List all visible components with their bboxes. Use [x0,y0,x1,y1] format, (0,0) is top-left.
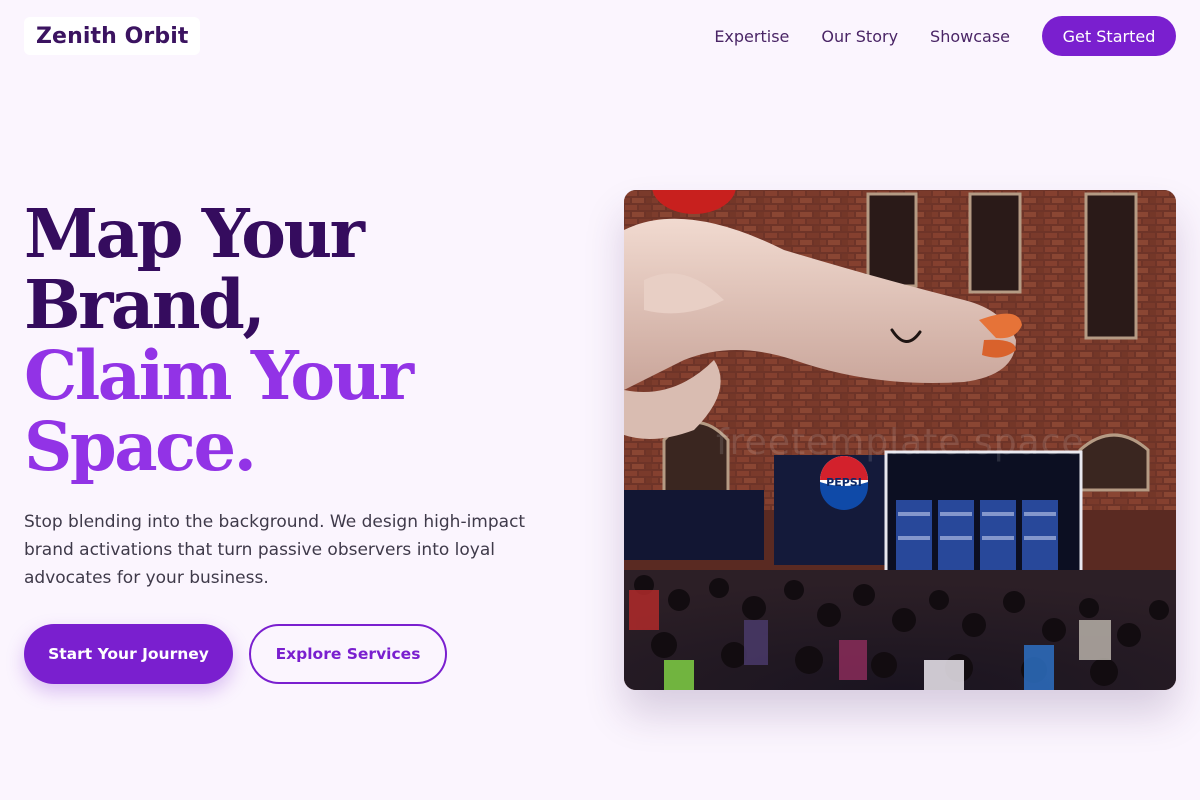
headline-line-2: Brand, [24,265,266,344]
start-journey-button[interactable]: Start Your Journey [24,624,233,684]
headline-line-3: Claim Your [24,336,414,415]
event-photo-illustration: PEPSI [624,190,1176,690]
hero-subtext: Stop blending into the background. We de… [24,512,526,588]
hero-image: PEPSI [624,190,1176,690]
brand-logo[interactable]: Zenith Orbit [24,17,201,55]
hero-headline: Map Your Brand, Claim Your Space. [24,194,414,486]
nav-link-expertise[interactable]: Expertise [714,27,789,46]
nav-link-showcase[interactable]: Showcase [930,27,1010,46]
main-nav: Expertise Our Story Showcase Get Started [714,16,1176,56]
explore-services-button[interactable]: Explore Services [249,624,447,684]
headline-line-1: Map Your [24,194,365,273]
get-started-button[interactable]: Get Started [1042,16,1176,56]
headline-line-4: Space. [24,407,257,486]
booth-logo-text: PEPSI [826,476,862,489]
nav-link-our-story[interactable]: Our Story [821,27,898,46]
